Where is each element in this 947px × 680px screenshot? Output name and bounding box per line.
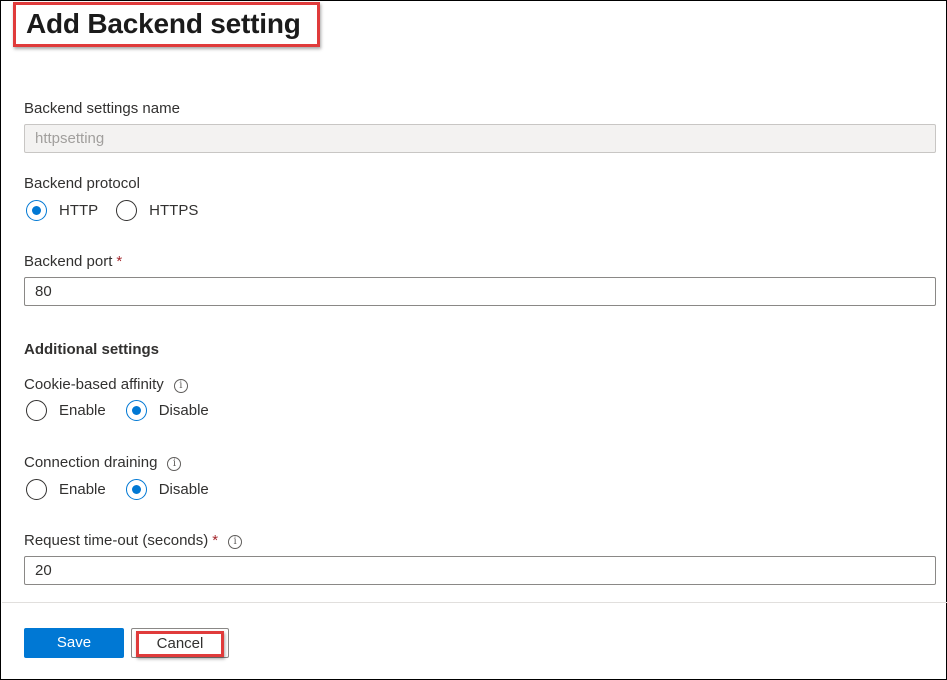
port-label-text: Backend port <box>24 253 113 270</box>
footer-divider <box>2 602 947 603</box>
title-highlight: Add Backend setting <box>13 2 320 47</box>
connection-draining-label: Connection draining i <box>24 454 182 471</box>
radio-label: Disable <box>158 402 209 419</box>
dialog-frame: Add Backend setting Backend settings nam… <box>0 0 947 680</box>
info-icon[interactable]: i <box>167 457 182 471</box>
protocol-option-http[interactable]: HTTP <box>26 200 98 221</box>
timeout-label-text: Request time-out (seconds) <box>24 532 209 549</box>
protocol-radio-group: HTTP HTTPS <box>26 200 198 221</box>
save-button[interactable]: Save <box>24 628 124 658</box>
radio-unchecked-icon[interactable] <box>116 200 138 221</box>
required-marker: * <box>116 253 123 270</box>
connection-draining-label-text: Connection draining <box>24 454 158 471</box>
connection-draining-option-disable[interactable]: Disable <box>125 479 209 500</box>
port-input[interactable]: 80 <box>24 277 936 306</box>
radio-label: Disable <box>158 481 209 498</box>
cookie-affinity-option-enable[interactable]: Enable <box>26 400 106 421</box>
cancel-button-label[interactable]: Cancel <box>136 631 224 657</box>
radio-label: Enable <box>59 402 106 419</box>
additional-settings-heading: Additional settings <box>24 341 159 358</box>
protocol-label: Backend protocol <box>24 175 140 192</box>
info-icon[interactable]: i <box>173 379 188 393</box>
radio-unchecked-icon[interactable] <box>26 400 47 421</box>
port-label: Backend port * <box>24 253 122 270</box>
radio-label: Enable <box>59 481 106 498</box>
page-title: Add Backend setting <box>26 8 301 39</box>
cookie-affinity-option-disable[interactable]: Disable <box>125 400 209 421</box>
connection-draining-radio-group: Enable Disable <box>26 479 209 500</box>
protocol-option-https[interactable]: HTTPS <box>116 200 198 221</box>
cancel-button[interactable]: Cancel <box>131 628 229 658</box>
radio-label: HTTP <box>59 202 99 219</box>
radio-label: HTTPS <box>149 202 199 219</box>
cookie-affinity-label-text: Cookie-based affinity <box>24 376 164 393</box>
radio-checked-icon[interactable] <box>125 479 147 500</box>
timeout-input[interactable]: 20 <box>24 556 936 585</box>
cookie-affinity-radio-group: Enable Disable <box>26 400 209 421</box>
cookie-affinity-label: Cookie-based affinity i <box>24 376 188 393</box>
radio-unchecked-icon[interactable] <box>26 479 47 500</box>
required-marker: * <box>212 532 219 549</box>
info-icon[interactable]: i <box>228 535 243 549</box>
timeout-label: Request time-out (seconds) * i <box>24 532 243 549</box>
radio-checked-icon[interactable] <box>125 400 147 421</box>
settings-name-input: httpsetting <box>24 124 936 153</box>
settings-name-label: Backend settings name <box>24 100 180 117</box>
connection-draining-option-enable[interactable]: Enable <box>26 479 106 500</box>
radio-checked-icon[interactable] <box>26 200 47 221</box>
